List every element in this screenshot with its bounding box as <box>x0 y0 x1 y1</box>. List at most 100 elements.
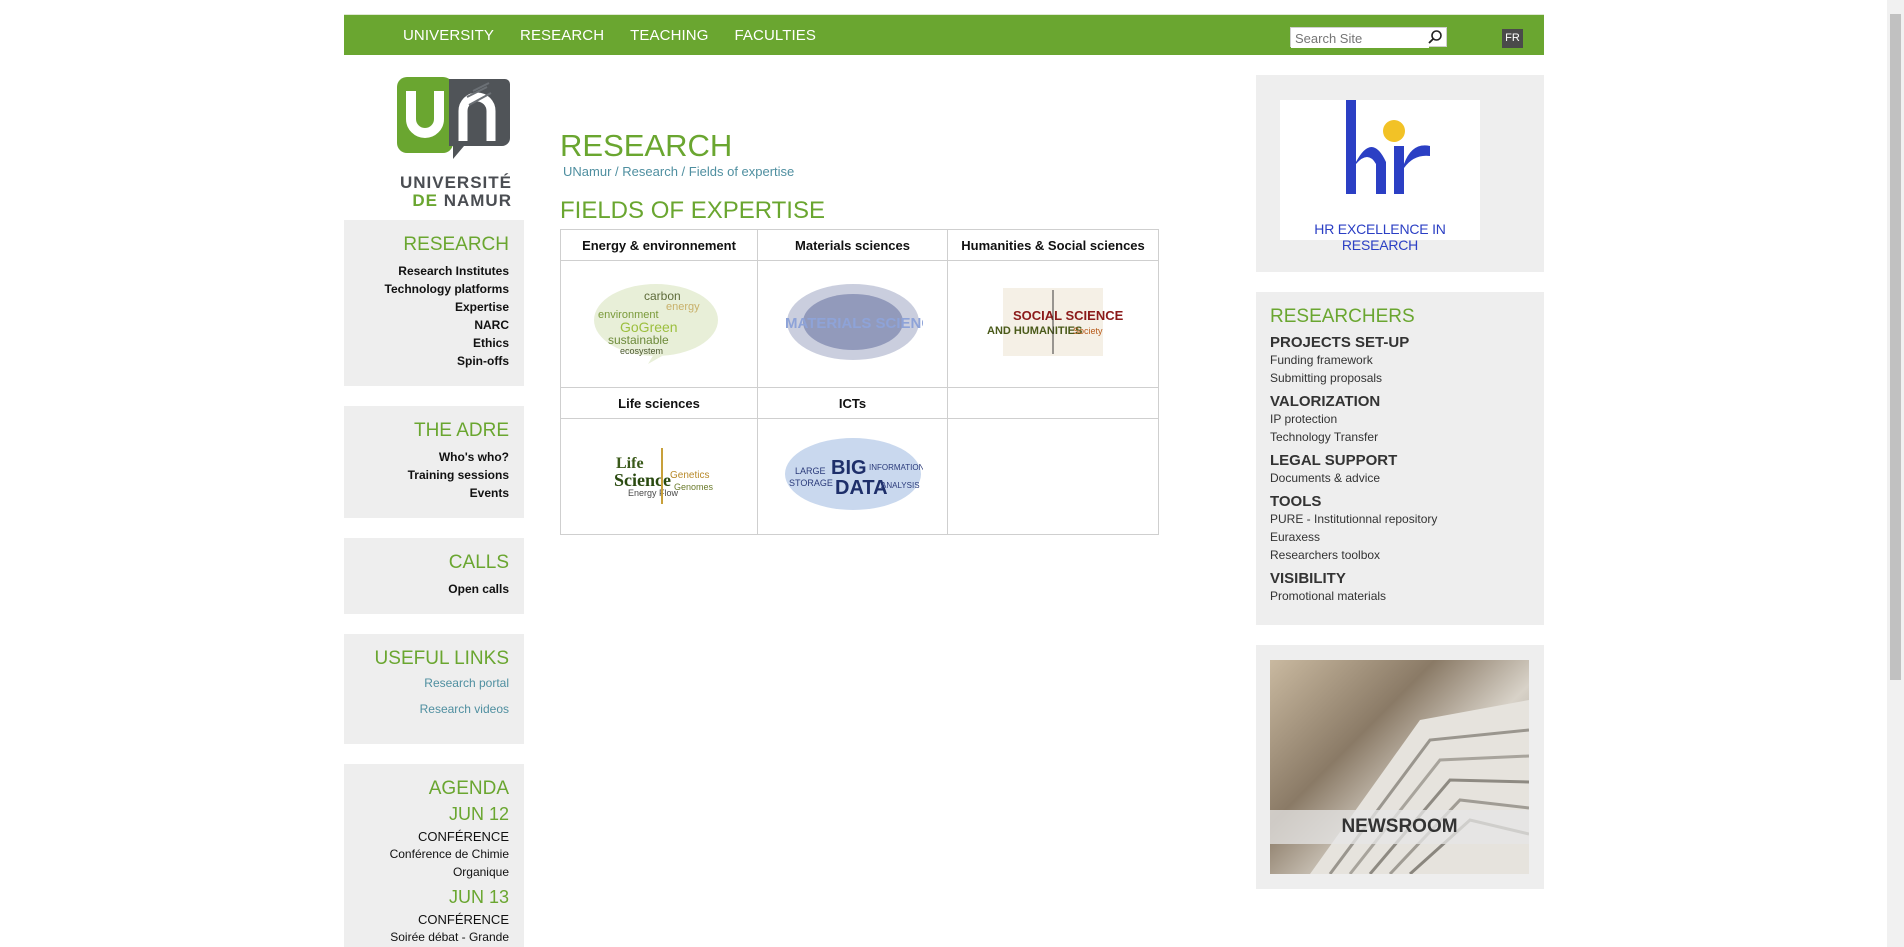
scrollbar-thumb[interactable] <box>1890 14 1901 680</box>
sidebar-useful-links-title: USEFUL LINKS <box>374 648 509 669</box>
empty-cell <box>947 387 1159 419</box>
sidebar-calls-box: CALLS Open calls <box>344 538 524 614</box>
wordcloud-word: Genomes <box>674 482 714 492</box>
sidebar-link-research-portal[interactable]: Research portal <box>344 670 509 696</box>
materials-wordcloud-icon: MATERIALS SCIENCE <box>785 283 942 360</box>
sidebar-agenda-box: AGENDA JUN 12 CONFÉRENCE Conférence de C… <box>344 764 524 947</box>
page-title: RESEARCH <box>560 128 733 163</box>
search-input[interactable] <box>1291 28 1429 48</box>
sidebar-link-expertise[interactable]: Expertise <box>344 298 509 316</box>
icts-wordcloud-icon: BIG DATA LARGE STORAGE INFORMATION ANALY… <box>784 438 924 510</box>
hr-excellence-logo[interactable]: HR EXCELLENCE IN RESEARCH <box>1280 100 1480 253</box>
search-icon[interactable] <box>1427 29 1443 45</box>
newsroom-box: NEWSROOM <box>1256 645 1544 889</box>
wordcloud-word: INFORMATION <box>869 463 923 472</box>
researchers-link-funding-framework[interactable]: Funding framework <box>1270 351 1530 369</box>
researchers-link-pure[interactable]: PURE - Institutionnal repository <box>1270 510 1530 528</box>
page-scrollbar[interactable] <box>1887 0 1904 947</box>
hr-excellence-box: HR EXCELLENCE IN RESEARCH <box>1256 75 1544 272</box>
sidebar-link-open-calls[interactable]: Open calls <box>344 580 509 598</box>
researchers-link-submitting-proposals[interactable]: Submitting proposals <box>1270 369 1530 387</box>
field-image-energy[interactable]: carbon environment GoGreen sustainable e… <box>560 260 758 388</box>
researchers-link-promotional-materials[interactable]: Promotional materials <box>1270 587 1530 605</box>
field-label-energy[interactable]: Energy & environnement <box>560 229 758 261</box>
sidebar-link-research-videos[interactable]: Research videos <box>344 696 509 722</box>
newsroom-banner[interactable]: NEWSROOM <box>1270 660 1529 874</box>
researchers-link-technology-transfer[interactable]: Technology Transfer <box>1270 428 1530 446</box>
field-image-materials[interactable]: MATERIALS SCIENCE <box>757 260 948 388</box>
logo-text-line1: UNIVERSITÉ <box>399 173 512 192</box>
sidebar-link-training-sessions[interactable]: Training sessions <box>344 466 509 484</box>
wordcloud-word: AND HUMANITIES <box>987 325 1082 337</box>
wordcloud-word: MATERIALS SCIENCE <box>785 315 923 332</box>
humanities-wordcloud-icon: SOCIAL SCIENCES AND HUMANITIES Society <box>987 287 1132 356</box>
researchers-section-heading: VISIBILITY <box>1270 570 1346 587</box>
field-image-icts[interactable]: BIG DATA LARGE STORAGE INFORMATION ANALY… <box>757 418 948 535</box>
field-image-humanities[interactable]: SOCIAL SCIENCES AND HUMANITIES Society <box>947 260 1159 388</box>
field-label-materials[interactable]: Materials sciences <box>757 229 948 261</box>
agenda-event-type: CONFÉRENCE <box>417 829 509 844</box>
sidebar-agenda-title: AGENDA <box>428 778 509 799</box>
nav-university[interactable]: UNIVERSITY <box>403 27 494 44</box>
sidebar-research-title: RESEARCH <box>403 234 509 255</box>
agenda-event-title: Conférence de Chimie <box>389 847 509 861</box>
wordcloud-word: ANALYSIS <box>881 481 920 490</box>
agenda-event-title-cont: Organique <box>452 865 509 879</box>
field-label-life-sciences[interactable]: Life sciences <box>560 387 758 419</box>
university-logo[interactable]: UNIVERSITÉ DE NAMUR <box>397 77 512 210</box>
wordcloud-word: DATA <box>835 477 888 499</box>
sidebar-adre-title: THE ADRE <box>413 420 509 441</box>
researchers-section-heading: LEGAL SUPPORT <box>1270 452 1398 469</box>
newsroom-label: NEWSROOM <box>1270 810 1529 844</box>
agenda-event-date: JUN 13 <box>448 887 509 907</box>
wordcloud-word: Energy Flow <box>628 488 679 498</box>
sidebar-link-spin-offs[interactable]: Spin-offs <box>344 352 509 370</box>
sidebar-useful-links-box: USEFUL LINKS Research portal Research vi… <box>344 634 524 744</box>
sidebar-link-whos-who[interactable]: Who's who? <box>344 448 509 466</box>
main-menu: UNIVERSITY RESEARCH TEACHING FACULTIES <box>403 27 816 44</box>
breadcrumb: UNamur / Research / Fields of expertise <box>563 164 794 179</box>
nav-teaching[interactable]: TEACHING <box>630 27 708 44</box>
researchers-link-documents-advice[interactable]: Documents & advice <box>1270 469 1530 487</box>
wordcloud-word: LARGE <box>795 466 826 476</box>
researchers-link-ip-protection[interactable]: IP protection <box>1270 410 1530 428</box>
wordcloud-word: SOCIAL SCIENCES <box>1013 308 1123 323</box>
field-label-humanities[interactable]: Humanities & Social sciences <box>947 229 1159 261</box>
search-box <box>1290 27 1447 48</box>
wordcloud-word: sustainable <box>608 333 669 347</box>
agenda-event[interactable]: JUN 13 CONFÉRENCE Soirée débat - Grande <box>344 887 509 946</box>
nav-faculties[interactable]: FACULTIES <box>734 27 815 44</box>
sidebar-link-technology-platforms[interactable]: Technology platforms <box>344 280 509 298</box>
top-navigation-bar: UNIVERSITY RESEARCH TEACHING FACULTIES F… <box>344 14 1544 55</box>
life-sciences-wordcloud-icon: Life Science Genetics Energy Flow Genome… <box>614 448 714 504</box>
wordcloud-word: BIG <box>831 457 867 479</box>
agenda-event-type: CONFÉRENCE <box>417 912 509 927</box>
language-switch-button[interactable]: FR <box>1502 29 1523 48</box>
researchers-box: RESEARCHERS PROJECTS SET-UP Funding fram… <box>1256 292 1544 625</box>
sidebar-research-box: RESEARCH Research Institutes Technology … <box>344 220 524 386</box>
researchers-link-toolbox[interactable]: Researchers toolbox <box>1270 546 1530 564</box>
sidebar-link-events[interactable]: Events <box>344 484 509 502</box>
field-image-life-sciences[interactable]: Life Science Genetics Energy Flow Genome… <box>560 418 758 535</box>
logo-mark-icon <box>397 77 510 159</box>
hr-logo-icon <box>1346 100 1430 194</box>
sidebar-link-research-institutes[interactable]: Research Institutes <box>344 262 509 280</box>
researchers-section-heading: VALORIZATION <box>1270 393 1381 410</box>
researchers-title: RESEARCHERS <box>1270 306 1415 327</box>
agenda-event-date: JUN 12 <box>448 804 509 824</box>
field-label-icts[interactable]: ICTs <box>757 387 948 419</box>
agenda-event[interactable]: JUN 12 CONFÉRENCE Conférence de Chimie O… <box>344 804 509 881</box>
sidebar-link-ethics[interactable]: Ethics <box>344 334 509 352</box>
researchers-section-heading: TOOLS <box>1270 493 1322 510</box>
nav-research[interactable]: RESEARCH <box>520 27 604 44</box>
researchers-section-heading: PROJECTS SET-UP <box>1270 334 1410 351</box>
breadcrumb-research[interactable]: Research <box>622 164 678 179</box>
agenda-event-title: Soirée débat - Grande <box>390 930 509 944</box>
sidebar-link-narc[interactable]: NARC <box>344 316 509 334</box>
wordcloud-word: energy <box>666 301 700 313</box>
sidebar-calls-title: CALLS <box>448 552 509 573</box>
researchers-link-euraxess[interactable]: Euraxess <box>1270 528 1530 546</box>
breadcrumb-unamur[interactable]: UNamur <box>563 164 611 179</box>
wordcloud-word: Society <box>1073 326 1103 336</box>
breadcrumb-separator: / <box>681 164 686 179</box>
